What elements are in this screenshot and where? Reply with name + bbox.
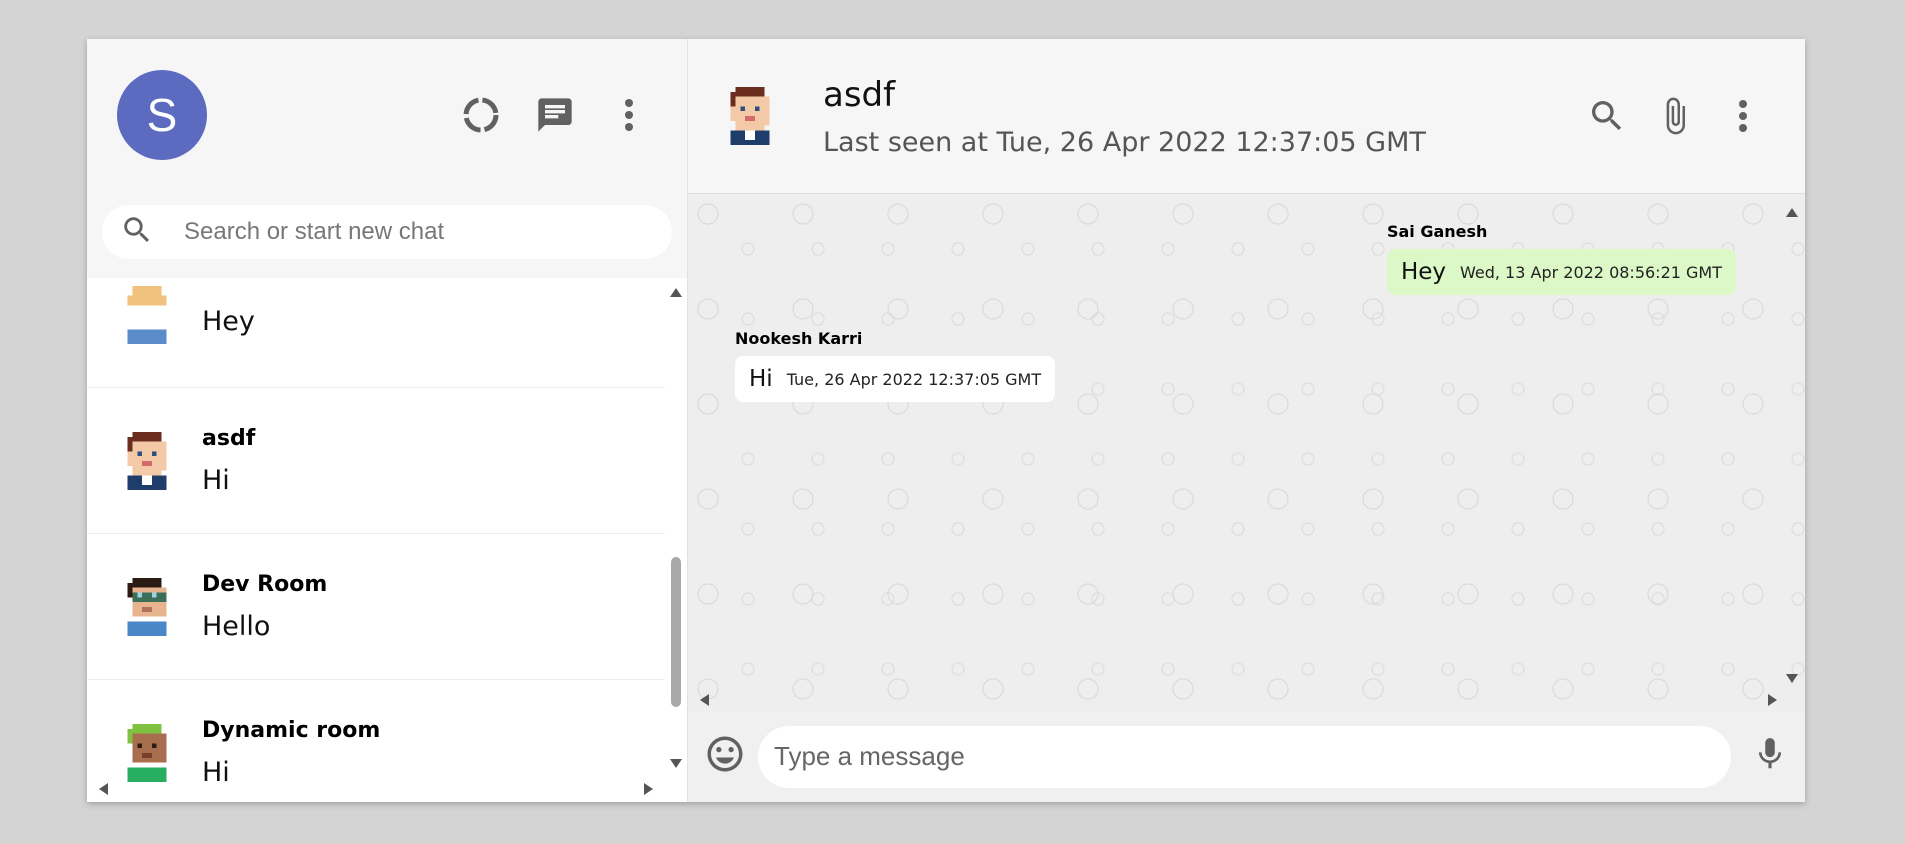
message-timestamp: Tue, 26 Apr 2022 12:37:05 GMT (786, 369, 1042, 389)
chat-list: Hey asdf Hi Dev Room Hello Dynamic room … (87, 278, 665, 802)
emoji-icon[interactable] (704, 733, 746, 780)
chat-list-item[interactable]: Dev Room Hello (87, 534, 665, 680)
app-window: S Search or start new chat Hey asdf Hi D… (87, 39, 1805, 802)
search-box (102, 205, 672, 259)
scroll-up-arrow-icon[interactable] (670, 288, 682, 297)
active-chat-name: asdf (823, 74, 896, 115)
chat-list-item[interactable]: Hey (87, 278, 665, 388)
scrollbar-thumb[interactable] (671, 557, 681, 707)
scroll-right-arrow-icon[interactable] (644, 783, 653, 795)
sidebar-header: S (87, 39, 687, 190)
message-timestamp: Wed, 13 Apr 2022 08:56:21 GMT (1460, 262, 1722, 282)
scroll-left-arrow-icon[interactable] (700, 694, 709, 706)
chat-header: asdf Last seen at Tue, 26 Apr 2022 12:37… (688, 39, 1805, 194)
menu-icon[interactable] (1721, 94, 1765, 138)
message-bubble[interactable]: Hey Wed, 13 Apr 2022 08:56:21 GMT (1386, 249, 1736, 295)
mic-icon[interactable] (1751, 733, 1789, 780)
messages-horizontal-scrollbar[interactable] (696, 691, 1781, 709)
search-input[interactable] (184, 218, 624, 246)
last-seen-status: Last seen at Tue, 26 Apr 2022 12:37:05 G… (823, 126, 1426, 158)
status-icon[interactable] (459, 93, 503, 137)
message-bubble[interactable]: Hi Tue, 26 Apr 2022 12:37:05 GMT (735, 356, 1056, 402)
chat-last-message: Hello (202, 610, 271, 642)
scroll-right-arrow-icon[interactable] (1768, 694, 1777, 706)
search-icon (120, 213, 154, 252)
contact-avatar (127, 723, 167, 782)
incoming-message: Nookesh Karri Hi Tue, 26 Apr 2022 12:37:… (735, 329, 1056, 402)
scroll-down-arrow-icon[interactable] (670, 759, 682, 768)
message-sender: Sai Ganesh (1386, 222, 1488, 241)
scroll-up-arrow-icon[interactable] (1786, 208, 1798, 217)
active-chat-avatar[interactable] (725, 87, 775, 145)
menu-icon[interactable] (607, 93, 651, 137)
search-icon[interactable] (1585, 94, 1629, 138)
search-bar (87, 190, 687, 278)
attach-icon[interactable] (1653, 94, 1697, 138)
scroll-down-arrow-icon[interactable] (1786, 674, 1798, 683)
user-avatar[interactable]: S (117, 69, 207, 160)
chat-panel: asdf Last seen at Tue, 26 Apr 2022 12:37… (688, 39, 1805, 802)
message-composer (688, 711, 1805, 802)
chat-last-message: Hey (202, 306, 255, 337)
chat-name: Dev Room (202, 571, 328, 597)
chat-list-item[interactable]: asdf Hi (87, 388, 665, 534)
chat-last-message: Hi (202, 464, 230, 496)
chat-actions (1585, 94, 1765, 138)
chat-title[interactable]: asdf Last seen at Tue, 26 Apr 2022 12:37… (823, 75, 1426, 158)
contact-avatar (127, 431, 167, 490)
messages-vertical-scrollbar[interactable] (1783, 206, 1801, 685)
chat-list-vertical-scrollbar[interactable] (667, 286, 685, 770)
message-input[interactable] (758, 725, 1731, 788)
sidebar: S Search or start new chat Hey asdf Hi D… (87, 39, 688, 802)
contact-avatar (127, 577, 167, 636)
chat-name: asdf (202, 425, 256, 451)
outgoing-message: Sai Ganesh Hey Wed, 13 Apr 2022 08:56:21… (1386, 222, 1736, 295)
new-chat-icon[interactable] (533, 93, 577, 137)
message-text: Hi (749, 366, 773, 392)
chat-list-horizontal-scrollbar[interactable] (95, 780, 657, 798)
chat-list-container: Hey asdf Hi Dev Room Hello Dynamic room … (87, 278, 687, 802)
message-area: Sai Ganesh Hey Wed, 13 Apr 2022 08:56:21… (688, 194, 1805, 711)
chat-name: Dynamic room (202, 717, 381, 743)
message-text: Hey (1400, 259, 1446, 285)
sidebar-actions (459, 93, 651, 137)
message-sender: Nookesh Karri (735, 329, 863, 348)
scroll-left-arrow-icon[interactable] (99, 783, 108, 795)
contact-avatar (127, 285, 167, 344)
